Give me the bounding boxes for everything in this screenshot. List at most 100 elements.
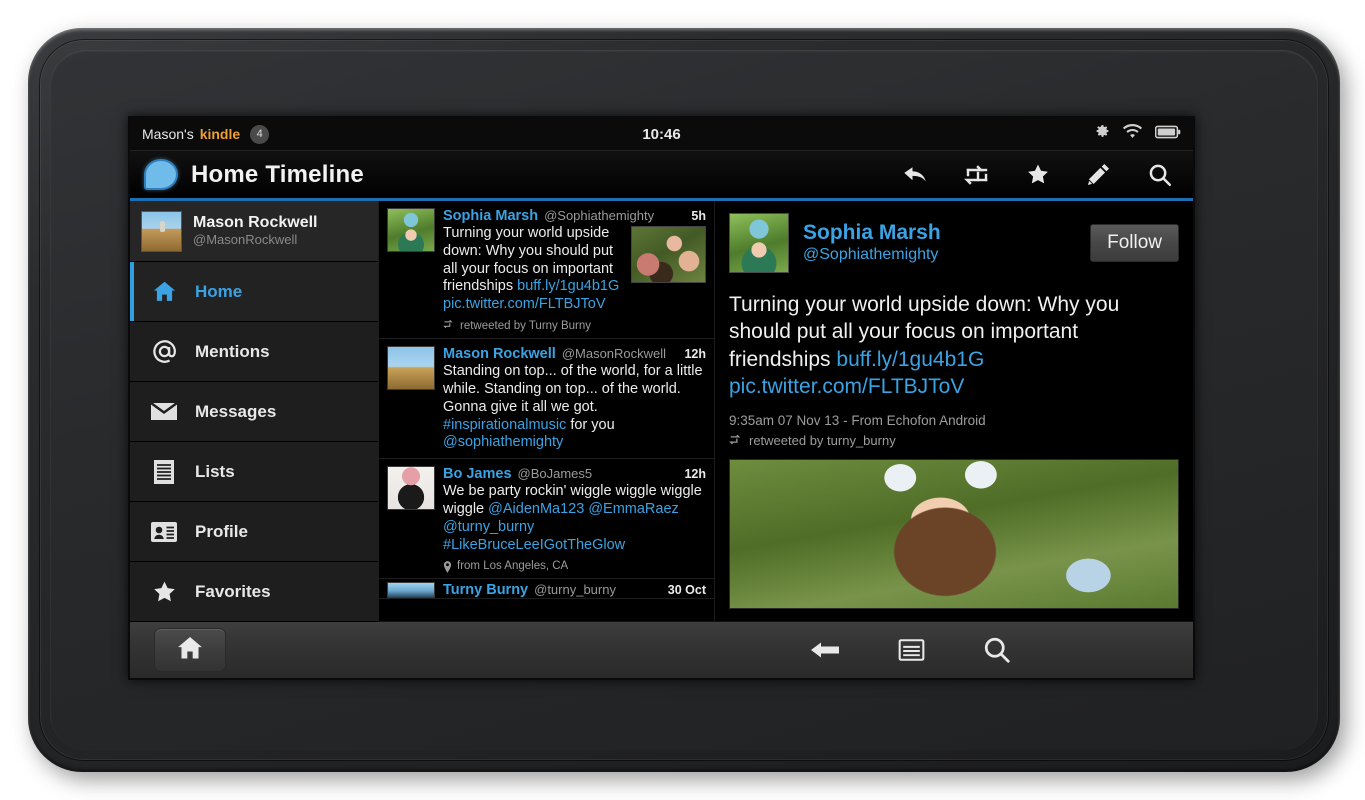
sidebar-item-label: Home: [195, 281, 243, 301]
list-icon: [150, 459, 178, 485]
status-bar-owner: Mason's kindle 4: [142, 124, 270, 144]
tweet-detail-pane: Sophia Marsh @Sophiathemighty Follow Tur…: [715, 201, 1193, 621]
account-name: Mason Rockwell: [193, 214, 318, 231]
detail-retweet-label: retweeted by turny_burny: [749, 433, 896, 449]
tweet-link[interactable]: @AidenMa123: [488, 501, 584, 517]
tweet-inline-image[interactable]: [631, 226, 706, 283]
avatar: [387, 466, 435, 511]
star-icon: [150, 579, 178, 605]
tweet-author-handle[interactable]: @BoJames5: [518, 466, 593, 481]
avatar: [387, 581, 435, 598]
sidebar-item-label: Profile: [195, 521, 248, 541]
tweet-text: Standing on top... of the world, for a l…: [443, 363, 703, 451]
detail-photo[interactable]: [729, 459, 1179, 610]
envelope-icon: [150, 399, 178, 425]
tweet-meta: retweeted by Turny Burny: [443, 319, 706, 332]
battery-icon[interactable]: [1154, 125, 1181, 144]
home-icon: [175, 634, 205, 667]
sidebar-item-mentions[interactable]: Mentions: [130, 322, 378, 382]
app-logo-speech-bubble-icon: [144, 159, 178, 190]
status-brand-label: kindle: [199, 126, 241, 142]
tweet-link[interactable]: pic.twitter.com/FLTBJToV: [443, 296, 606, 312]
sidebar-item-label: Mentions: [195, 341, 270, 361]
tweet-timestamp: 30 Oct: [667, 582, 706, 597]
tweet-link[interactable]: pic.twitter.com/FLTBJToV: [729, 375, 964, 398]
tweet-author-name[interactable]: Mason Rockwell: [443, 346, 556, 362]
detail-timestamp: 9:35am 07 Nov 13 - From Echofon Android: [729, 413, 986, 429]
menu-icon[interactable]: [894, 633, 928, 667]
sidebar-account-row[interactable]: Mason Rockwell @MasonRockwell: [130, 201, 378, 262]
app-header: Home Timeline: [130, 151, 1193, 201]
detail-tweet-text: Turning your world upside down: Why you …: [729, 293, 1120, 398]
tweet-author-name[interactable]: Bo James: [443, 466, 512, 482]
tweet-author-handle[interactable]: @Sophiathemighty: [544, 208, 654, 223]
tweet-author-handle[interactable]: @turny_burny: [534, 582, 616, 597]
home-icon: [150, 279, 178, 305]
avatar: [141, 210, 182, 252]
sidebar-item-label: Messages: [195, 401, 277, 421]
sidebar-item-label: Lists: [195, 461, 235, 481]
retweet-icon: [443, 319, 455, 332]
tweet-meta: from Los Angeles, CA: [443, 559, 706, 573]
sidebar-item-messages[interactable]: Messages: [130, 382, 378, 442]
sidebar-item-home[interactable]: Home: [130, 262, 378, 322]
avatar: [387, 346, 435, 391]
tweet-link[interactable]: @turny_burny: [443, 519, 534, 535]
avatar[interactable]: [729, 213, 789, 273]
detail-author-handle[interactable]: @Sophiathemighty: [803, 245, 941, 265]
sidebar-item-profile[interactable]: Profile: [130, 502, 378, 562]
gear-icon[interactable]: [1095, 124, 1110, 144]
tweet-author-handle[interactable]: @MasonRockwell: [562, 346, 666, 361]
list-item[interactable]: Mason Rockwell @MasonRockwell 12h Standi…: [379, 339, 714, 460]
tweet-author-name[interactable]: Turny Burny: [443, 582, 528, 598]
app-body: Mason Rockwell @MasonRockwell Home Menti…: [130, 201, 1193, 622]
status-bar-clock: 10:46: [642, 125, 681, 143]
tweet-link[interactable]: @EmmaRaez: [588, 501, 678, 517]
follow-button[interactable]: Follow: [1090, 224, 1179, 262]
retweet-icon: [729, 433, 743, 448]
tweet-link[interactable]: #inspirationalmusic: [443, 417, 566, 433]
tweet-link[interactable]: @sophiathemighty: [443, 434, 563, 450]
tweet-timestamp: 12h: [684, 467, 706, 482]
list-item[interactable]: Bo James @BoJames5 12h We be party rocki…: [379, 459, 714, 579]
location-pin-icon: [443, 561, 452, 573]
reply-icon[interactable]: [902, 161, 929, 188]
detail-header: Sophia Marsh @Sophiathemighty Follow: [715, 201, 1193, 283]
system-bar-actions: [808, 633, 1169, 667]
search-icon[interactable]: [1146, 161, 1173, 188]
account-handle: @MasonRockwell: [193, 232, 298, 248]
tweet-timestamp: 5h: [691, 209, 706, 223]
system-navigation-bar: [130, 621, 1193, 678]
kindle-status-bar: Mason's kindle 4 10:46: [130, 118, 1193, 151]
tweet-timestamp: 12h: [684, 347, 706, 362]
tweet-meta-label: retweeted by Turny Burny: [460, 319, 592, 332]
tweet-author-name[interactable]: Sophia Marsh: [443, 208, 538, 224]
page-title: Home Timeline: [191, 160, 364, 188]
wifi-icon[interactable]: [1123, 124, 1142, 144]
list-item[interactable]: Turny Burny @turny_burny 30 Oct: [379, 579, 714, 599]
tweet-link[interactable]: buff.ly/1gu4b1G: [517, 278, 619, 294]
status-owner-label: Mason's: [142, 126, 194, 142]
tweet-link[interactable]: buff.ly/1gu4b1G: [836, 348, 984, 371]
detail-author-name[interactable]: Sophia Marsh: [803, 221, 941, 245]
star-icon[interactable]: [1024, 161, 1051, 188]
retweet-icon[interactable]: [963, 161, 990, 188]
sidebar: Mason Rockwell @MasonRockwell Home Menti…: [130, 201, 378, 622]
tweet-link[interactable]: #LikeBruceLeeIGotTheGlow: [443, 537, 625, 553]
at-sign-icon: [150, 339, 178, 365]
tweet-list[interactable]: Sophia Marsh @Sophiathemighty 5h Turning…: [378, 201, 715, 621]
sidebar-item-lists[interactable]: Lists: [130, 442, 378, 502]
notification-count-badge[interactable]: 4: [250, 124, 270, 144]
header-actions: [902, 161, 1179, 188]
search-icon[interactable]: [980, 633, 1014, 667]
system-home-button[interactable]: [154, 628, 226, 672]
compose-pencil-icon[interactable]: [1085, 161, 1112, 188]
tweet-meta-label: from Los Angeles, CA: [457, 559, 569, 572]
back-arrow-icon[interactable]: [808, 633, 842, 667]
avatar: [387, 208, 435, 252]
tweet-text: We be party rockin' wiggle wiggle wiggle…: [443, 483, 702, 553]
sidebar-item-favorites[interactable]: Favorites: [130, 562, 378, 622]
detail-retweet-info: retweeted by turny_burny: [715, 428, 1193, 448]
list-item[interactable]: Sophia Marsh @Sophiathemighty 5h Turning…: [379, 201, 714, 340]
sidebar-item-label: Favorites: [195, 581, 271, 601]
